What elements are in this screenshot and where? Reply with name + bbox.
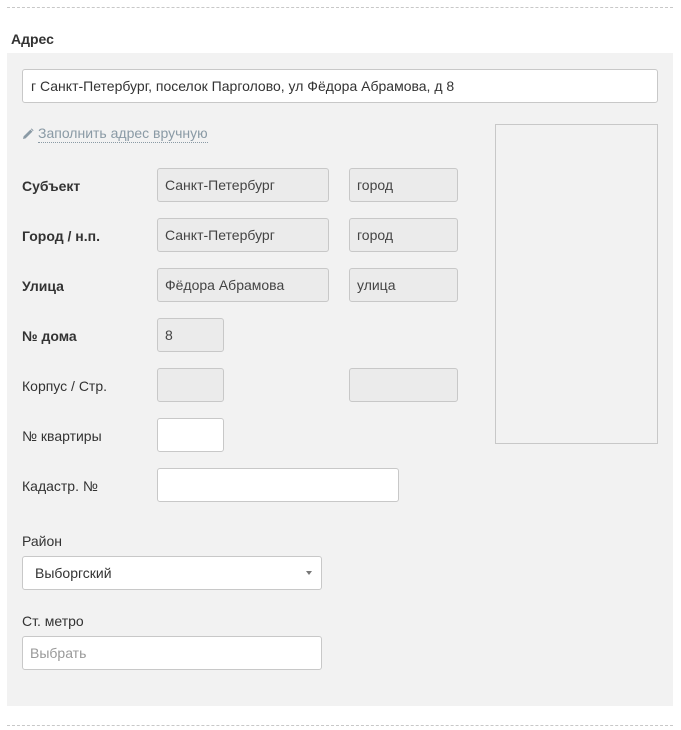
apartment-input[interactable]: [157, 418, 224, 452]
cadastral-input[interactable]: [157, 468, 399, 502]
house-label: № дома: [22, 328, 77, 344]
full-address-input[interactable]: г Санкт-Петербург, поселок Парголово, ул…: [22, 69, 658, 103]
cadastral-label: Кадастр. №: [22, 478, 98, 494]
district-selected-value: Выборгский: [35, 565, 112, 581]
building-label: Корпус / Стр.: [22, 378, 108, 394]
street-field[interactable]: Фёдора Абрамова: [157, 268, 329, 302]
metro-label: Ст. метро: [22, 613, 84, 629]
section-title: Адрес: [11, 31, 54, 47]
district-label: Район: [22, 533, 62, 549]
address-panel: г Санкт-Петербург, поселок Парголово, ул…: [7, 53, 673, 706]
top-divider: [7, 7, 673, 8]
manual-address-link[interactable]: Заполнить адрес вручную: [22, 125, 208, 143]
city-label: Город / н.п.: [22, 228, 100, 244]
street-label: Улица: [22, 278, 64, 294]
metro-input[interactable]: Выбрать: [22, 636, 322, 670]
subject-type-field[interactable]: город: [349, 168, 458, 202]
subject-field[interactable]: Санкт-Петербург: [157, 168, 329, 202]
building-field[interactable]: [157, 368, 224, 402]
city-type-field[interactable]: город: [349, 218, 458, 252]
chevron-down-icon: [306, 571, 312, 575]
manual-address-link-label: Заполнить адрес вручную: [38, 125, 208, 143]
apartment-label: № квартиры: [22, 428, 102, 444]
city-field[interactable]: Санкт-Петербург: [157, 218, 329, 252]
building-type-field[interactable]: [349, 368, 458, 402]
pencil-icon: [23, 128, 34, 139]
map-area: [495, 124, 658, 444]
district-select[interactable]: Выборгский: [22, 556, 322, 590]
street-type-field[interactable]: улица: [349, 268, 458, 302]
subject-label: Субъект: [22, 178, 81, 194]
house-field[interactable]: 8: [157, 318, 224, 352]
bottom-divider: [7, 725, 673, 726]
